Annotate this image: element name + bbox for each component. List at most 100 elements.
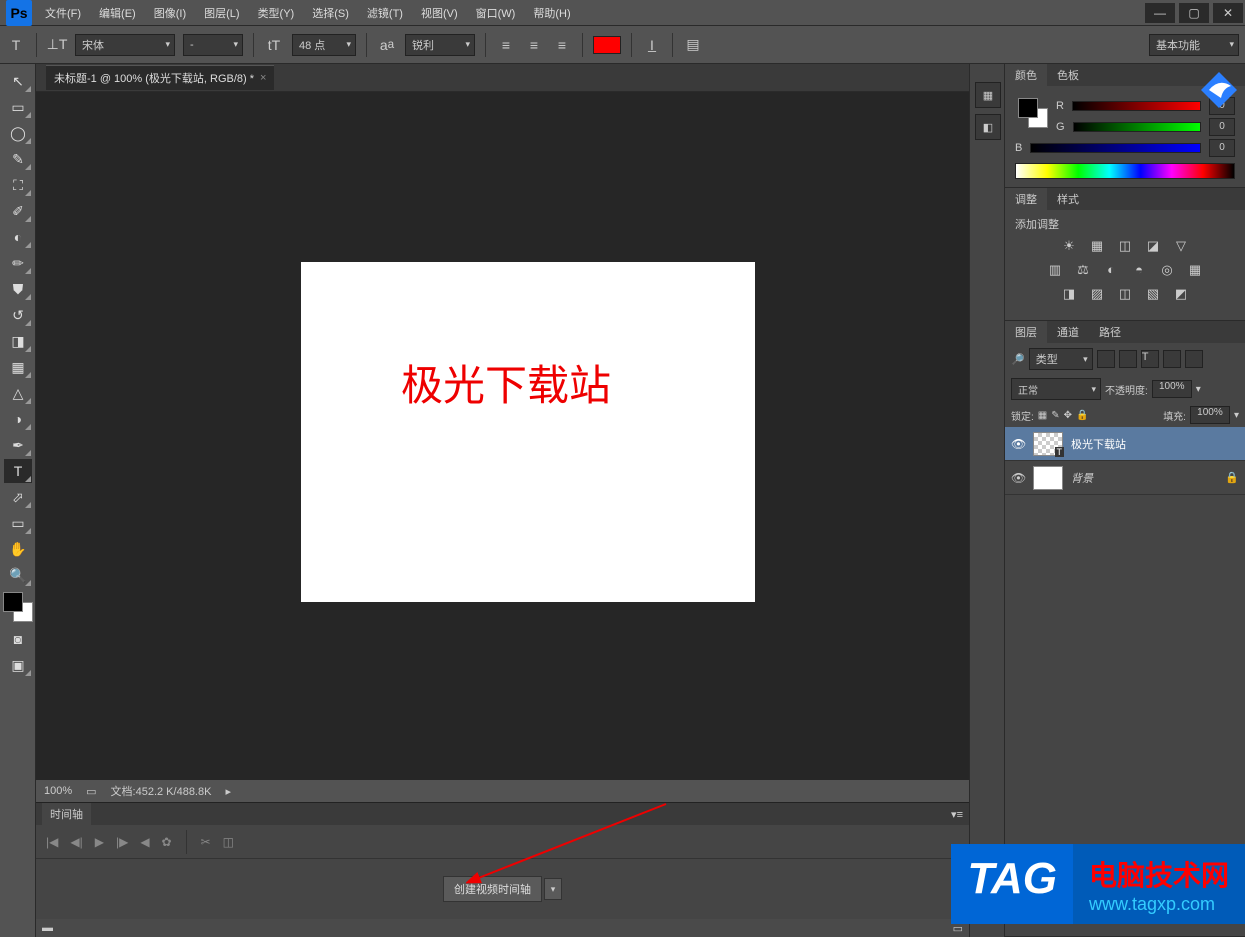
adjustments-tab[interactable]: 调整: [1005, 188, 1047, 210]
filter-shape-icon[interactable]: [1163, 350, 1181, 368]
type-tool[interactable]: T: [4, 459, 32, 483]
filter-adj-icon[interactable]: [1119, 350, 1137, 368]
mini-panel-icon-2[interactable]: ◧: [975, 114, 1001, 140]
marquee-tool[interactable]: ▭: [4, 95, 32, 119]
layer-item[interactable]: 👁 极光下载站: [1005, 427, 1245, 461]
path-select-tool[interactable]: ⬀: [4, 485, 32, 509]
menu-window[interactable]: 窗口(W): [469, 1, 523, 25]
hand-tool[interactable]: ✋: [4, 537, 32, 561]
doc-dimensions-icon[interactable]: ▭: [86, 785, 96, 798]
adj-lut-icon[interactable]: ▦: [1186, 262, 1204, 280]
visibility-icon[interactable]: 👁: [1011, 437, 1025, 451]
adj-hue-icon[interactable]: ▥: [1046, 262, 1064, 280]
swatches-tab[interactable]: 色板: [1047, 64, 1089, 86]
foreground-background-swatch[interactable]: [3, 592, 33, 622]
menu-file[interactable]: 文件(F): [38, 1, 88, 25]
adj-selective-icon[interactable]: ◩: [1172, 286, 1190, 304]
filter-text-icon[interactable]: T: [1141, 350, 1159, 368]
menu-filter[interactable]: 滤镜(T): [360, 1, 410, 25]
adj-exposure-icon[interactable]: ◪: [1144, 238, 1162, 256]
tl-play-icon[interactable]: ▶: [95, 835, 104, 849]
fill-input[interactable]: 100%: [1190, 406, 1230, 424]
anti-alias-select[interactable]: 锐利: [405, 34, 475, 56]
align-left-icon[interactable]: ≡: [496, 35, 516, 55]
layer-thumb[interactable]: [1033, 432, 1063, 456]
mini-panel-icon-1[interactable]: ▦: [975, 82, 1001, 108]
spectrum-ramp[interactable]: [1015, 163, 1235, 179]
eraser-tool[interactable]: ◨: [4, 329, 32, 353]
tl-settings-icon[interactable]: ✿: [162, 835, 172, 849]
pen-tool[interactable]: ✒: [4, 433, 32, 457]
create-video-timeline-button[interactable]: 创建视频时间轴: [443, 876, 542, 902]
dodge-tool[interactable]: ◑: [4, 407, 32, 431]
color-tab[interactable]: 颜色: [1005, 64, 1047, 86]
shape-tool[interactable]: ▭: [4, 511, 32, 535]
b-value[interactable]: 0: [1209, 139, 1235, 157]
adj-gradient-map-icon[interactable]: ▧: [1144, 286, 1162, 304]
filter-image-icon[interactable]: [1097, 350, 1115, 368]
layer-item[interactable]: 👁 背景 🔒: [1005, 461, 1245, 495]
canvas-area[interactable]: 极光下载站: [36, 92, 969, 780]
document-tab[interactable]: 未标题-1 @ 100% (极光下载站, RGB/8) * ×: [46, 65, 274, 90]
menu-view[interactable]: 视图(V): [414, 1, 465, 25]
panel-fg-color[interactable]: [1018, 98, 1038, 118]
lock-position-icon[interactable]: ✥: [1064, 410, 1072, 421]
menu-select[interactable]: 选择(S): [305, 1, 356, 25]
tl-prev-frame-icon[interactable]: ◀|: [70, 835, 82, 849]
canvas[interactable]: 极光下载站: [301, 262, 755, 602]
font-family-select[interactable]: 宋体: [75, 34, 175, 56]
channels-tab[interactable]: 通道: [1047, 321, 1089, 343]
tl-zoom-out-icon[interactable]: ▬: [42, 922, 53, 934]
adj-invert-icon[interactable]: ◨: [1060, 286, 1078, 304]
menu-help[interactable]: 帮助(H): [526, 1, 577, 25]
quick-mask-icon[interactable]: ◙: [4, 627, 32, 651]
quick-select-tool[interactable]: ✎: [4, 147, 32, 171]
adj-brightness-icon[interactable]: ☀: [1060, 238, 1078, 256]
filter-icon[interactable]: 🔎: [1011, 353, 1025, 366]
adj-balance-icon[interactable]: ⚖: [1074, 262, 1092, 280]
window-minimize-button[interactable]: —: [1145, 3, 1175, 23]
styles-tab[interactable]: 样式: [1047, 188, 1089, 210]
workspace-select[interactable]: 基本功能: [1149, 34, 1239, 56]
doc-info-menu-icon[interactable]: ▸: [225, 785, 231, 798]
menu-image[interactable]: 图像(I): [147, 1, 193, 25]
crop-tool[interactable]: ⛶: [4, 173, 32, 197]
g-slider[interactable]: [1073, 122, 1201, 132]
tool-preset-icon[interactable]: T: [6, 35, 26, 55]
blur-tool[interactable]: △: [4, 381, 32, 405]
visibility-icon[interactable]: 👁: [1011, 471, 1025, 485]
font-size-select[interactable]: 48 点: [292, 34, 356, 56]
lock-pixels-icon[interactable]: ✎: [1051, 410, 1059, 421]
adj-threshold-icon[interactable]: ◫: [1116, 286, 1134, 304]
opacity-input[interactable]: 100%: [1152, 380, 1192, 398]
layer-name[interactable]: 极光下载站: [1071, 436, 1126, 452]
menu-type[interactable]: 类型(Y): [251, 1, 302, 25]
create-timeline-dropdown[interactable]: ▾: [544, 878, 562, 900]
screen-mode-icon[interactable]: ▣: [4, 653, 32, 677]
doc-info[interactable]: 文档:452.2 K/488.8K: [111, 783, 212, 799]
lasso-tool[interactable]: ◯: [4, 121, 32, 145]
zoom-tool[interactable]: 🔍: [4, 563, 32, 587]
g-value[interactable]: 0: [1209, 118, 1235, 136]
adj-posterize-icon[interactable]: ▨: [1088, 286, 1106, 304]
brush-tool[interactable]: ✏: [4, 251, 32, 275]
foreground-color[interactable]: [3, 592, 23, 612]
layer-name[interactable]: 背景: [1071, 470, 1093, 486]
layers-tab[interactable]: 图层: [1005, 321, 1047, 343]
gradient-tool[interactable]: ▦: [4, 355, 32, 379]
text-orientation-icon[interactable]: ⊥T: [47, 35, 67, 55]
layer-filter-select[interactable]: 类型: [1029, 348, 1093, 370]
tl-transition-icon[interactable]: ◫: [223, 835, 234, 849]
character-panel-icon[interactable]: ▤: [683, 35, 703, 55]
tl-audio-icon[interactable]: ◀: [140, 835, 149, 849]
adj-levels-icon[interactable]: ▦: [1088, 238, 1106, 256]
lock-all-icon[interactable]: 🔒: [1076, 410, 1088, 421]
warp-text-icon[interactable]: I̲: [642, 35, 662, 55]
stamp-tool[interactable]: ⛊: [4, 277, 32, 301]
filter-smart-icon[interactable]: [1185, 350, 1203, 368]
tl-first-frame-icon[interactable]: |◀: [46, 835, 58, 849]
history-brush-tool[interactable]: ↺: [4, 303, 32, 327]
align-center-icon[interactable]: ≡: [524, 35, 544, 55]
lock-transparent-icon[interactable]: ▦: [1038, 410, 1047, 421]
eyedropper-tool[interactable]: ✐: [4, 199, 32, 223]
